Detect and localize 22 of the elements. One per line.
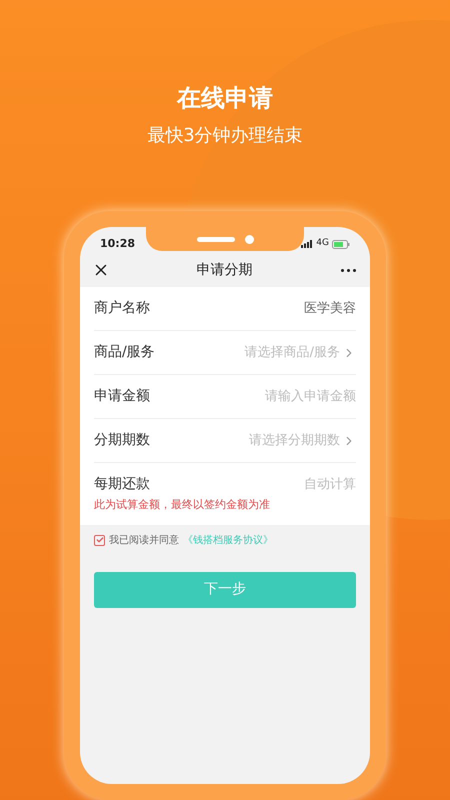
status-time: 10:28 <box>100 236 136 252</box>
agreement-link[interactable]: 《钱搭档服务协议》 <box>183 532 273 548</box>
row-label: 申请金额 <box>94 387 150 406</box>
subtitle: 最快3分钟办理结束 <box>147 124 303 148</box>
next-button[interactable]: 下一步 <box>94 572 356 608</box>
agreement-text: 我已阅读并同意 <box>109 534 179 548</box>
select-field[interactable]: 请选择商品/服务 <box>244 342 356 362</box>
battery-icon <box>332 240 350 248</box>
computed-value: 自动计算 <box>304 476 356 494</box>
row-label: 商品/服务 <box>94 343 155 362</box>
row-label: 每期还款 <box>94 475 150 494</box>
row-label: 分期期数 <box>94 431 150 450</box>
select-field[interactable]: 请选择分期期数 <box>249 430 356 450</box>
network-label: 4G <box>316 237 329 250</box>
signal-icon <box>301 240 314 248</box>
headline: 在线申请 <box>177 83 273 114</box>
row-value: 医学美容 <box>304 300 356 318</box>
row-label: 商户名称 <box>94 299 150 318</box>
hint-text: 此为试算金额，最终以签约金额为准 <box>94 497 271 513</box>
amount-input[interactable]: 请输入申请金额 <box>216 386 356 406</box>
agree-checkbox[interactable] <box>94 534 105 546</box>
page-title: 申请分期 <box>196 260 252 280</box>
